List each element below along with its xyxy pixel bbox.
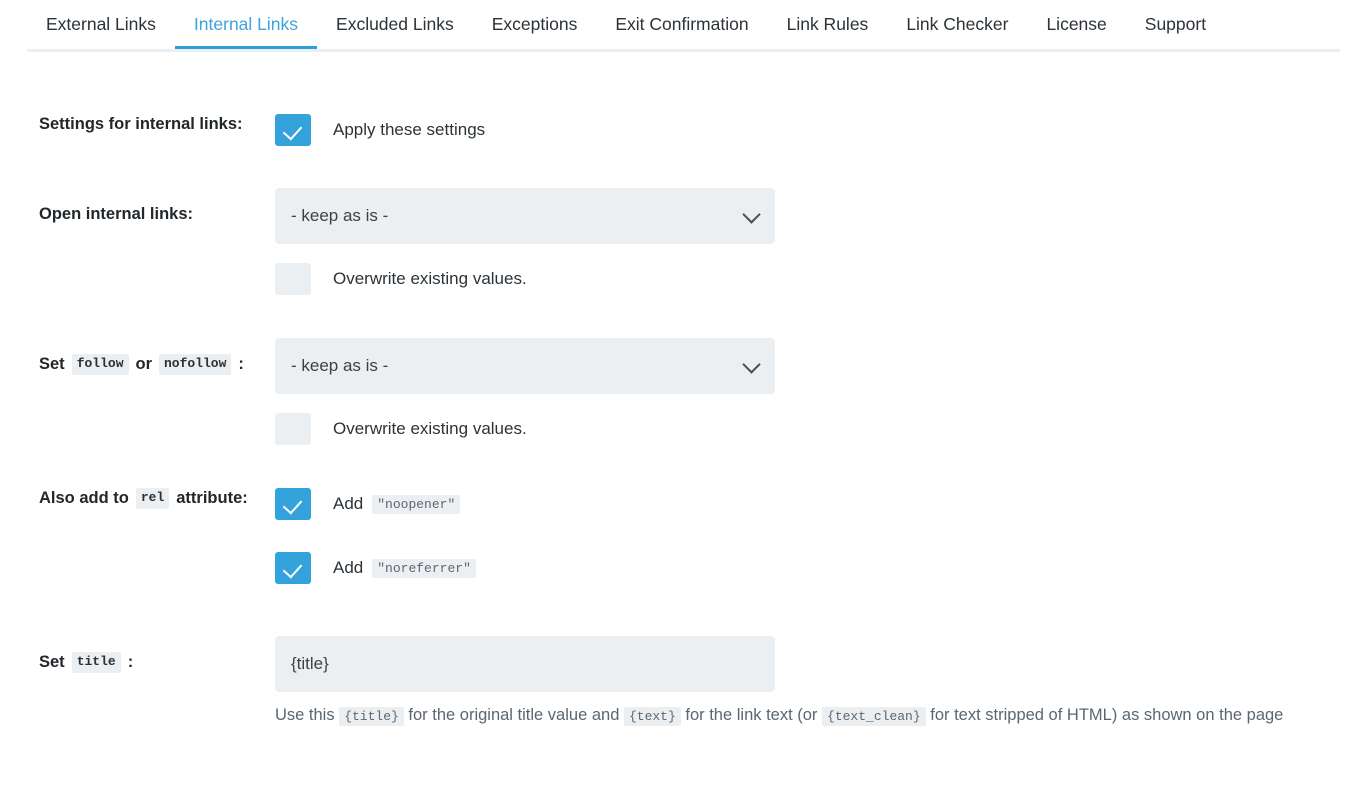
label-set-title: Set title : bbox=[0, 636, 275, 674]
add-noreferrer-label: Add "noreferrer" bbox=[333, 558, 476, 578]
tab-exit-confirmation[interactable]: Exit Confirmation bbox=[596, 0, 767, 49]
field-set-title: Use this {title} for the original title … bbox=[275, 636, 1357, 729]
row-rel-attribute: Also add to rel attribute: Add "noopener… bbox=[0, 488, 1357, 584]
help-part-1: Use this bbox=[275, 706, 335, 724]
title-input[interactable] bbox=[275, 636, 775, 692]
checkbox-box[interactable] bbox=[275, 413, 311, 445]
code-noreferrer: "noreferrer" bbox=[372, 558, 476, 578]
tab-link-rules[interactable]: Link Rules bbox=[768, 0, 888, 49]
settings-tab-bar: External Links Internal Links Excluded L… bbox=[0, 0, 1357, 52]
follow-nofollow-select-value: - keep as is - bbox=[291, 356, 389, 375]
row-open-internal-links: Open internal links: - keep as is - Over… bbox=[0, 188, 1357, 295]
field-set-follow-nofollow: - keep as is - Overwrite existing values… bbox=[275, 338, 1357, 445]
follow-nofollow-select[interactable]: - keep as is - bbox=[275, 338, 775, 394]
internal-links-settings-form: Settings for internal links: Apply these… bbox=[0, 114, 1357, 729]
title-help-text: Use this {title} for the original title … bbox=[275, 702, 1305, 729]
label-colon: : bbox=[238, 355, 244, 373]
apply-these-settings-checkbox[interactable]: Apply these settings bbox=[275, 114, 1357, 146]
code-nofollow: nofollow bbox=[159, 354, 232, 376]
checkbox-check-icon[interactable] bbox=[275, 114, 311, 146]
label-rel-attribute: Also add to rel attribute: bbox=[0, 488, 275, 510]
add-noopener-label: Add "noopener" bbox=[333, 494, 461, 514]
code-text-token: {text} bbox=[623, 707, 681, 726]
field-settings-for-internal-links: Apply these settings bbox=[275, 114, 1357, 146]
add-noopener-text: Add bbox=[333, 494, 364, 513]
code-title: title bbox=[71, 652, 121, 674]
tab-link-checker[interactable]: Link Checker bbox=[887, 0, 1027, 49]
apply-these-settings-label: Apply these settings bbox=[333, 120, 486, 139]
open-internal-links-overwrite-label: Overwrite existing values. bbox=[333, 269, 527, 288]
chevron-down-icon bbox=[742, 355, 761, 374]
row-set-follow-nofollow: Set follow or nofollow : - keep as is - … bbox=[0, 338, 1357, 445]
row-set-title: Set title : Use this {title} for the ori… bbox=[0, 636, 1357, 729]
checkbox-check-icon[interactable] bbox=[275, 552, 311, 584]
label-set-text: Set bbox=[39, 653, 65, 671]
label-or-text: or bbox=[135, 355, 153, 373]
checkbox-check-icon[interactable] bbox=[275, 488, 311, 520]
add-noreferrer-checkbox[interactable]: Add "noreferrer" bbox=[275, 552, 1357, 584]
checkbox-box[interactable] bbox=[275, 263, 311, 295]
tab-license[interactable]: License bbox=[1027, 0, 1125, 49]
help-part-2: for the original title value and bbox=[408, 706, 620, 724]
follow-nofollow-overwrite-label: Overwrite existing values. bbox=[333, 419, 527, 438]
label-also-add-to: Also add to bbox=[39, 489, 129, 507]
add-noopener-checkbox[interactable]: Add "noopener" bbox=[275, 488, 1357, 520]
tab-support[interactable]: Support bbox=[1126, 0, 1225, 49]
row-settings-for-internal-links: Settings for internal links: Apply these… bbox=[0, 114, 1357, 146]
chevron-down-icon bbox=[742, 205, 761, 224]
code-title-token: {title} bbox=[339, 707, 404, 726]
label-open-internal-links: Open internal links: bbox=[39, 205, 194, 223]
code-follow: follow bbox=[71, 354, 129, 376]
tab-external-links[interactable]: External Links bbox=[27, 0, 175, 49]
label-attribute: attribute: bbox=[176, 489, 248, 507]
help-part-3: for the link text (or bbox=[685, 706, 818, 724]
help-part-4: for text stripped of HTML) as shown on t… bbox=[930, 706, 1284, 724]
tab-exceptions[interactable]: Exceptions bbox=[473, 0, 597, 49]
label-set-text: Set bbox=[39, 355, 65, 373]
open-internal-links-overwrite-checkbox[interactable]: Overwrite existing values. bbox=[275, 263, 1357, 295]
code-noopener: "noopener" bbox=[372, 494, 461, 514]
label-colon: : bbox=[127, 653, 134, 671]
code-rel: rel bbox=[135, 488, 170, 510]
add-noreferrer-text: Add bbox=[333, 558, 364, 577]
code-text-clean-token: {text_clean} bbox=[822, 707, 926, 726]
open-internal-links-select-value: - keep as is - bbox=[291, 206, 389, 225]
open-internal-links-select[interactable]: - keep as is - bbox=[275, 188, 775, 244]
tab-internal-links[interactable]: Internal Links bbox=[174, 0, 318, 49]
tab-excluded-links[interactable]: Excluded Links bbox=[317, 0, 473, 49]
field-open-internal-links: - keep as is - Overwrite existing values… bbox=[275, 188, 1357, 295]
label-settings-for-internal-links: Settings for internal links: bbox=[39, 115, 243, 133]
follow-nofollow-overwrite-checkbox[interactable]: Overwrite existing values. bbox=[275, 413, 1357, 445]
field-rel-attribute: Add "noopener" Add "noreferrer" bbox=[275, 488, 1357, 584]
label-set-follow-nofollow: Set follow or nofollow : bbox=[0, 338, 275, 376]
